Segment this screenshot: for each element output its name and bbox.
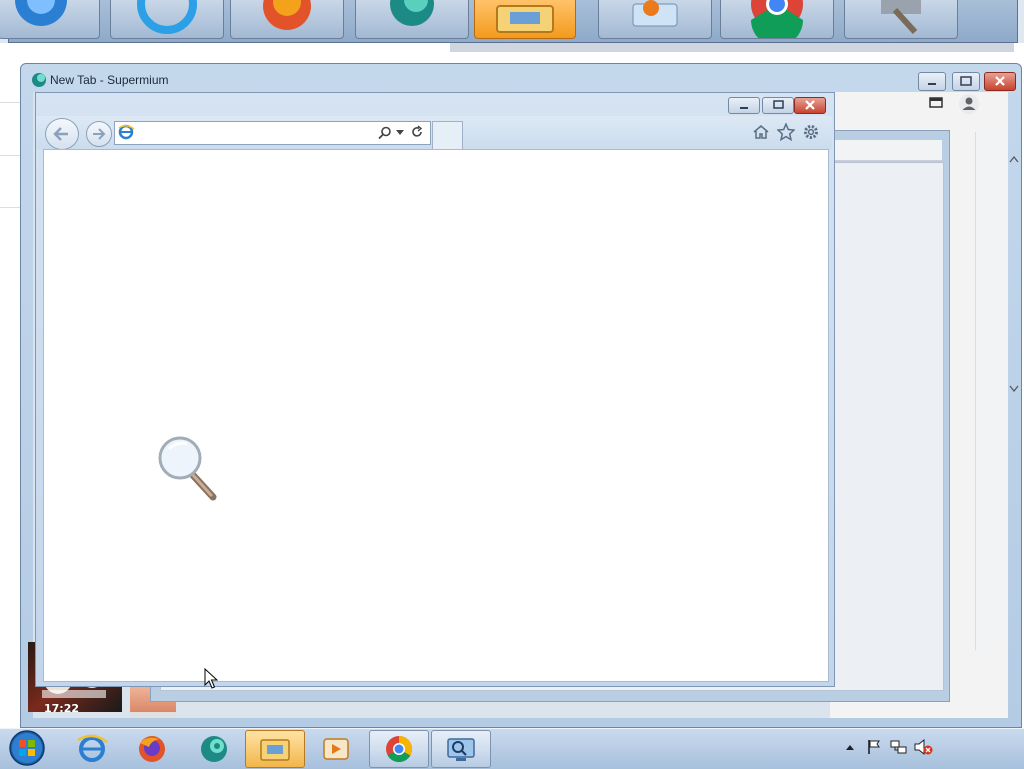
minimize-button[interactable] xyxy=(918,72,946,91)
taskbar-chrome[interactable] xyxy=(369,730,429,768)
ie-minimize-button[interactable] xyxy=(728,97,760,114)
top-supermium-button[interactable] xyxy=(355,0,469,39)
scroll-up-arrow[interactable] xyxy=(1009,155,1019,163)
taskbar-internet-explorer[interactable] xyxy=(62,730,122,768)
show-desktop-area[interactable] xyxy=(940,729,1024,768)
ie-close-button[interactable] xyxy=(794,97,826,114)
bg-divider xyxy=(0,155,22,156)
top-file-explorer-button[interactable] xyxy=(474,0,576,39)
taskbar-media-player[interactable] xyxy=(306,730,366,768)
ie-restore-button[interactable] xyxy=(762,97,794,114)
progress-strip xyxy=(130,712,176,718)
video-timestamp: 17:22 xyxy=(44,702,80,715)
network-icon[interactable] xyxy=(890,739,908,755)
taskbar-supermium[interactable] xyxy=(184,730,244,768)
mouse-cursor xyxy=(204,668,218,690)
ie-page-icon xyxy=(117,124,135,140)
show-hidden-icons-button[interactable] xyxy=(845,743,855,751)
tab-search-icon[interactable] xyxy=(928,96,944,110)
restore-button[interactable] xyxy=(952,72,980,91)
magnifier-icon[interactable] xyxy=(157,435,219,503)
taskbar-file-explorer[interactable] xyxy=(245,730,305,768)
top-ie-blue-button[interactable] xyxy=(110,0,224,39)
outer-scrollbar[interactable] xyxy=(975,132,1002,650)
volume-muted-icon[interactable] xyxy=(914,739,934,755)
address-input[interactable] xyxy=(139,124,383,142)
favorites-star-icon[interactable] xyxy=(777,123,795,141)
top-strip-scroll xyxy=(450,43,1014,52)
scroll-down-arrow[interactable] xyxy=(1009,385,1019,393)
top-ie-button[interactable] xyxy=(0,0,100,39)
forward-button[interactable] xyxy=(86,121,112,147)
ie-page-content[interactable] xyxy=(43,149,829,682)
top-chrome-button[interactable] xyxy=(720,0,834,39)
top-media-button[interactable] xyxy=(598,0,712,39)
supermium-icon xyxy=(31,72,47,88)
refresh-icon[interactable] xyxy=(410,125,424,139)
home-icon[interactable] xyxy=(752,124,770,140)
bg-divider xyxy=(0,207,22,208)
window-title: New Tab - Supermium xyxy=(50,73,169,87)
settings-gear-icon[interactable] xyxy=(802,123,820,141)
new-tab[interactable] xyxy=(432,121,463,149)
start-button[interactable] xyxy=(6,729,48,767)
back-button[interactable] xyxy=(45,118,79,150)
background-window-toolbar xyxy=(830,140,942,161)
bg-divider xyxy=(0,102,22,103)
top-strip-underbar xyxy=(0,43,1024,52)
dropdown-arrow-icon[interactable] xyxy=(396,130,404,136)
profile-icon[interactable] xyxy=(958,93,980,115)
taskbar-remote-desktop[interactable] xyxy=(431,730,491,768)
search-icon[interactable] xyxy=(378,126,392,140)
action-center-flag-icon[interactable] xyxy=(866,739,882,755)
top-firefox-button[interactable] xyxy=(230,0,344,39)
close-button[interactable] xyxy=(984,72,1016,91)
top-tools-button[interactable] xyxy=(844,0,958,39)
taskbar-firefox[interactable] xyxy=(122,730,182,768)
